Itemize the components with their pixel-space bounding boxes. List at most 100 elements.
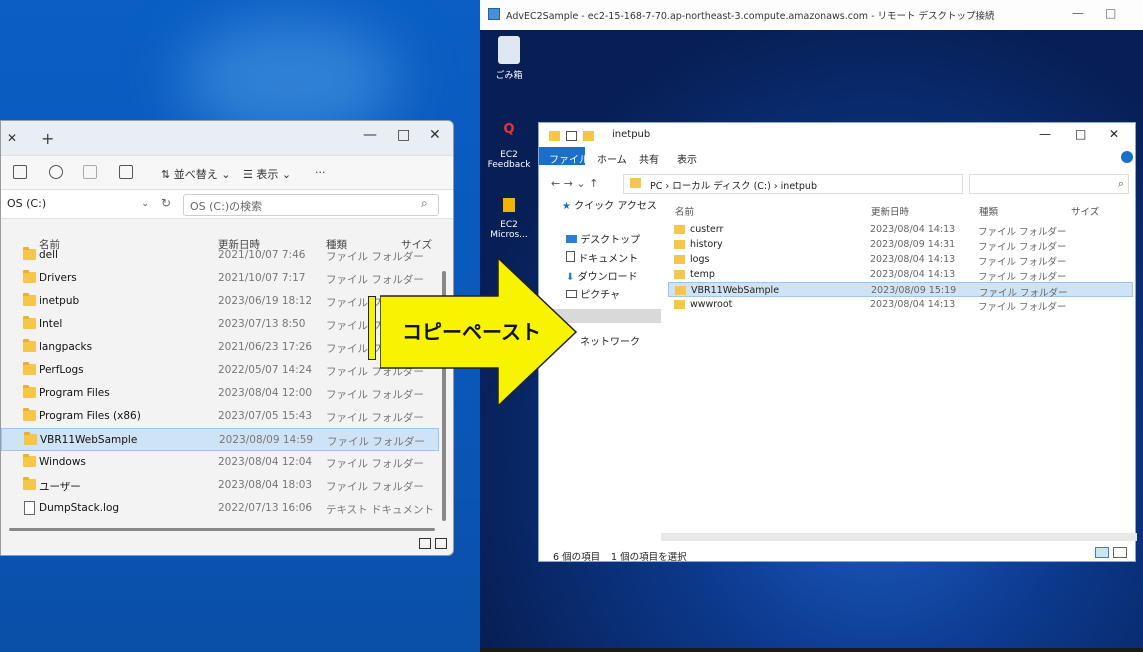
- table-row[interactable]: Windows 2023/08/04 12:04 ファイル フォルダー: [1, 451, 439, 474]
- new-folder-icon[interactable]: [583, 131, 594, 141]
- row-type: ファイル フォルダー: [326, 412, 424, 424]
- view-button[interactable]: ☰ 表示 ⌄: [243, 166, 291, 182]
- ec2-feedback-label: EC2 Feedback: [487, 150, 531, 170]
- new-tab-icon[interactable]: +: [41, 129, 54, 148]
- row-name: Intel: [39, 318, 63, 330]
- ribbon-tab-file[interactable]: ファイル: [549, 151, 589, 166]
- column-header-type[interactable]: 種類: [979, 204, 998, 218]
- row-name: VBR11WebSample: [40, 434, 138, 446]
- column-header-size[interactable]: サイズ: [1071, 204, 1099, 218]
- table-row[interactable]: custerr 2023/08/04 14:13 ファイル フォルダー: [668, 222, 1133, 238]
- copy-icon[interactable]: [13, 165, 27, 179]
- details-view-icon[interactable]: [1095, 547, 1109, 558]
- tiles-view-icon[interactable]: [435, 538, 447, 549]
- row-name: ユーザー: [39, 481, 81, 493]
- table-row[interactable]: PerfLogs 2022/05/07 14:24 ファイル フォルダー: [1, 359, 439, 382]
- delete-icon[interactable]: [119, 165, 133, 179]
- refresh-icon[interactable]: ↻: [161, 196, 171, 210]
- search-icon: ⌕: [421, 196, 428, 210]
- row-name: inetpub: [39, 295, 80, 307]
- folder-icon: [23, 408, 36, 421]
- column-header-name[interactable]: 名前: [675, 204, 694, 218]
- ec2-feedback-shortcut[interactable]: Q EC2 Feedback: [480, 122, 538, 170]
- table-row[interactable]: dell 2021/10/07 7:46 ファイル フォルダー: [1, 244, 439, 267]
- table-row[interactable]: VBR11WebSample 2023/08/09 15:19 ファイル フォルダー: [668, 282, 1133, 299]
- nav-desktop[interactable]: デスクトップ: [566, 231, 640, 246]
- nav-downloads-label: ダウンロード: [577, 272, 638, 283]
- star-icon: ★: [562, 201, 571, 212]
- row-name: Windows: [39, 456, 86, 468]
- folder-icon: [24, 432, 37, 445]
- row-date: 2023/08/04 14:13: [870, 224, 956, 235]
- help-icon[interactable]: [1121, 151, 1133, 163]
- row-date: 2023/08/04 12:04: [218, 456, 313, 468]
- table-row[interactable]: DumpStack.log 2022/07/13 16:06 テキスト ドキュメント: [1, 497, 439, 520]
- chevron-down-icon[interactable]: ⌄: [141, 198, 149, 209]
- ribbon-tab-home[interactable]: ホーム: [597, 151, 627, 166]
- close-button[interactable]: ✕: [429, 127, 441, 143]
- breadcrumb: PC › ローカル ディスク (C:) › inetpub: [650, 181, 817, 192]
- details-view-icon[interactable]: [419, 538, 431, 549]
- table-row[interactable]: logs 2023/08/04 14:13 ファイル フォルダー: [668, 252, 1133, 268]
- row-date: 2022/07/13 16:06: [218, 502, 313, 514]
- table-row[interactable]: wwwroot 2023/08/04 14:13 ファイル フォルダー: [668, 297, 1133, 313]
- ec2-micros-shortcut[interactable]: EC2 Micros...: [480, 198, 538, 240]
- ribbon-tab-share[interactable]: 共有: [639, 151, 659, 166]
- minimize-button[interactable]: —: [1039, 127, 1051, 141]
- recycle-bin-label: ごみ箱: [495, 71, 523, 81]
- properties-icon[interactable]: [566, 131, 577, 141]
- desktop-icon: [566, 235, 577, 243]
- table-row[interactable]: history 2023/08/09 14:31 ファイル フォルダー: [668, 237, 1133, 253]
- recycle-bin-shortcut[interactable]: ごみ箱: [480, 36, 538, 81]
- close-button[interactable]: ✕: [1109, 127, 1119, 141]
- tab-close-icon[interactable]: ✕: [7, 131, 17, 145]
- more-button[interactable]: ···: [315, 166, 326, 179]
- row-name: DumpStack.log: [39, 502, 120, 514]
- large-icons-view-icon[interactable]: [1113, 547, 1127, 558]
- rdp-minimize-button[interactable]: —: [1072, 6, 1084, 20]
- address-bar[interactable]: OS (C:): [5, 194, 145, 216]
- nav-quick-access-label: クイック アクセス: [574, 201, 657, 212]
- search-input[interactable]: ⌕: [969, 174, 1129, 194]
- table-row[interactable]: VBR11WebSample 2023/08/09 14:59 ファイル フォルダー: [1, 428, 439, 451]
- folder-icon: [674, 225, 685, 234]
- nav-quick-access[interactable]: ★ クイック アクセス: [562, 197, 657, 212]
- maximize-button[interactable]: □: [1075, 127, 1086, 141]
- folder-icon: [23, 339, 36, 352]
- sort-button[interactable]: ⇅ 並べ替え ⌄: [161, 166, 230, 182]
- rdp-maximize-button[interactable]: □: [1105, 6, 1116, 20]
- row-name: Program Files: [39, 387, 110, 399]
- column-header-date[interactable]: 更新日時: [871, 204, 909, 218]
- row-date: 2023/08/04 14:13: [870, 299, 956, 310]
- folder-icon: [674, 270, 685, 279]
- rename-icon[interactable]: [49, 165, 63, 179]
- minimize-button[interactable]: —: [363, 127, 377, 143]
- row-date: 2021/10/07 7:46: [218, 249, 306, 261]
- folder-icon: [549, 131, 560, 141]
- rdp-scrollbar[interactable]: [480, 648, 1143, 652]
- table-row[interactable]: Drivers 2021/10/07 7:17 ファイル フォルダー: [1, 267, 439, 290]
- table-row[interactable]: Program Files 2023/08/04 12:00 ファイル フォルダー: [1, 382, 439, 405]
- maximize-button[interactable]: □: [397, 127, 410, 143]
- row-date: 2023/08/04 14:13: [870, 269, 956, 280]
- command-bar: ⇅ 並べ替え ⌄ ☰ 表示 ⌄ ···: [1, 155, 453, 189]
- rdp-title-bar: AdvEC2Sample - ec2-15-168-7-70.ap-northe…: [480, 0, 1143, 30]
- folder-icon: [23, 454, 36, 467]
- horizontal-scrollbar[interactable]: [9, 528, 435, 531]
- horizontal-scrollbar[interactable]: [661, 533, 1137, 541]
- row-date: 2023/08/09 15:19: [871, 285, 957, 296]
- row-type: ファイル フォルダー: [326, 481, 424, 493]
- row-name: custerr: [690, 224, 724, 235]
- recycle-bin-icon: [498, 36, 520, 64]
- table-row[interactable]: Program Files (x86) 2023/07/05 15:43 ファイル …: [1, 405, 439, 428]
- table-row[interactable]: temp 2023/08/04 14:13 ファイル フォルダー: [668, 267, 1133, 283]
- ec2-icon: [503, 198, 515, 212]
- table-row[interactable]: ユーザー 2023/08/04 18:03 ファイル フォルダー: [1, 474, 439, 497]
- back-button[interactable]: ← → ⌄ ↑: [551, 177, 598, 190]
- nav-network[interactable]: ネットワーク: [580, 333, 640, 348]
- share-icon[interactable]: [83, 165, 97, 179]
- ribbon-tab-view[interactable]: 表示: [677, 151, 697, 166]
- address-bar[interactable]: PC › ローカル ディスク (C:) › inetpub: [623, 174, 963, 194]
- copy-paste-label: コピーペースト: [402, 320, 541, 344]
- search-input[interactable]: OS (C:)の検索: [183, 194, 439, 216]
